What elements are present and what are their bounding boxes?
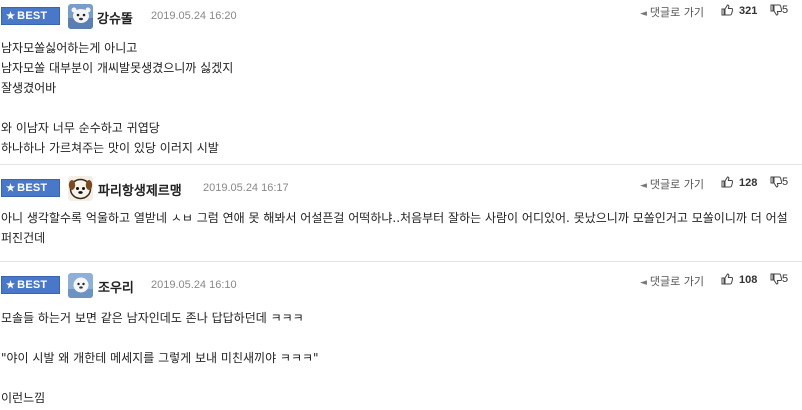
thumbs-up-icon bbox=[721, 4, 733, 16]
like-button[interactable]: 128 bbox=[721, 176, 757, 189]
thumbs-down-icon bbox=[770, 176, 782, 188]
thumbs-down-icon bbox=[770, 273, 782, 285]
avatar[interactable] bbox=[68, 4, 93, 29]
reply-link[interactable]: ◄ 댓글로 가기 bbox=[640, 4, 704, 20]
thumbs-up-icon bbox=[721, 176, 733, 188]
thumbs-up-icon bbox=[721, 273, 733, 285]
best-badge: ★ BEST bbox=[1, 179, 60, 197]
comment-date: 2019.05.24 16:20 bbox=[151, 10, 237, 22]
star-icon: ★ bbox=[6, 280, 16, 291]
star-icon: ★ bbox=[6, 11, 16, 22]
reply-link[interactable]: ◄ 댓글로 가기 bbox=[640, 273, 704, 289]
nickname[interactable]: 파리항생제르맹 bbox=[98, 180, 182, 199]
dislike-button[interactable]: 5 bbox=[770, 273, 788, 285]
nickname[interactable]: 조우리 bbox=[98, 277, 134, 296]
dislike-button[interactable]: 5 bbox=[770, 176, 788, 188]
comment-body: 아니 생각할수록 억울하고 열받네 ㅅㅂ 그럼 연애 못 해봐서 어설픈걸 어떡… bbox=[1, 211, 788, 245]
comment-date: 2019.05.24 16:10 bbox=[151, 279, 237, 291]
best-badge: ★ BEST bbox=[1, 276, 60, 294]
comment-item: ★ BEST 파리항생제르맹 2019.05.24 16:17 ◄ 댓글로 가기 1… bbox=[0, 165, 802, 262]
best-badge: ★ BEST bbox=[1, 7, 60, 25]
comment-date: 2019.05.24 16:17 bbox=[203, 182, 289, 194]
dislike-button[interactable]: 5 bbox=[770, 4, 788, 16]
like-button[interactable]: 321 bbox=[721, 4, 757, 17]
star-icon: ★ bbox=[6, 183, 16, 194]
like-button[interactable]: 108 bbox=[721, 273, 757, 286]
thumbs-down-icon bbox=[770, 4, 782, 16]
reply-arrow-icon: ◄ bbox=[640, 9, 647, 19]
reply-arrow-icon: ◄ bbox=[640, 278, 647, 288]
comment-body: 남자모쏠싫어하는게 아니고 남자모쏠 대부분이 개씨발못생겼으니까 싫겠지 잘생… bbox=[1, 41, 234, 155]
comment-item: ★ BEST 강슈똘 2019.05.24 16:20 ◄ 댓글로 가기 321 5… bbox=[0, 0, 802, 165]
nickname[interactable]: 강슈똘 bbox=[97, 8, 133, 27]
comment-item: ★ BEST 조우리 2019.05.24 16:10 ◄ 댓글로 가기 108 5… bbox=[0, 262, 802, 410]
avatar[interactable] bbox=[68, 273, 93, 298]
reply-link[interactable]: ◄ 댓글로 가기 bbox=[640, 176, 704, 192]
comment-body: 모솔들 하는거 보면 같은 남자인데도 존나 답답하던데 ㅋㅋㅋ "야이 시발 … bbox=[1, 311, 319, 405]
reply-arrow-icon: ◄ bbox=[640, 181, 647, 191]
avatar[interactable] bbox=[68, 176, 93, 201]
